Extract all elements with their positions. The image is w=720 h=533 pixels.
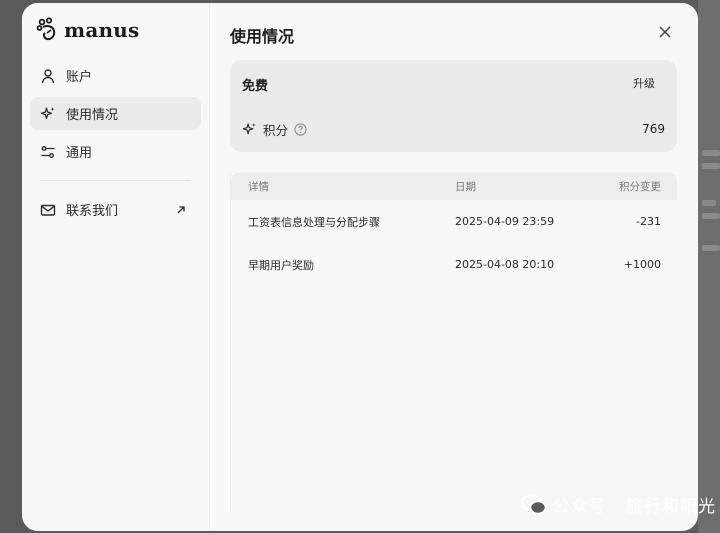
divider: [40, 180, 191, 181]
row-detail: 工资表信息处理与分配步骤: [248, 215, 380, 229]
plan-card: 免费 升级 积分 769: [230, 60, 677, 152]
sidebar-item-label: 使用情况: [66, 108, 119, 123]
brand-name: manus: [64, 18, 140, 42]
table-row: 早期用户奖励 2025-04-08 20:10 +1000: [231, 243, 677, 286]
sidebar-item-general[interactable]: 通用: [30, 135, 201, 168]
user-icon: [41, 68, 55, 83]
sparkle-icon: [40, 106, 55, 119]
sidebar-item-usage[interactable]: 使用情况: [30, 97, 201, 130]
row-change: +1000: [623, 258, 661, 271]
sparkle-icon: [242, 122, 256, 134]
credits-row: 积分 769: [242, 119, 665, 139]
contact-us-label: 联系我们: [66, 204, 119, 219]
settings-modal: manus 账户 使用情况 通用 联系我们 使用情况 免费 升级 积分 769 …: [22, 3, 698, 531]
sidebar-item-label: 通用: [66, 146, 93, 161]
external-link-icon: [177, 205, 185, 213]
column-header-change: 积分变更: [619, 181, 661, 193]
background-page: [698, 0, 720, 533]
column-header-date: 日期: [455, 181, 476, 193]
sidebar-item-account[interactable]: 账户: [30, 59, 201, 92]
sliders-icon: [41, 145, 55, 158]
mail-icon: [40, 204, 56, 216]
credits-label: 积分: [263, 122, 289, 138]
credits-history-table: 详情 日期 积分变更 工资表信息处理与分配步骤 2025-04-09 23:59…: [230, 173, 677, 513]
brand: manus: [30, 15, 201, 45]
watermark-text: 公众号 · 旅行和阳光: [552, 497, 716, 517]
watermark: 公众号 · 旅行和阳光: [520, 492, 716, 517]
credits-value: 769: [642, 122, 665, 136]
row-date: 2025-04-08 20:10: [455, 258, 555, 271]
plan-name: 免费: [242, 79, 269, 94]
sidebar-item-label: 账户: [66, 70, 93, 85]
upgrade-button[interactable]: 升级: [625, 70, 663, 96]
table-header: 详情 日期 积分变更: [231, 173, 677, 200]
row-change: -231: [636, 215, 661, 228]
sidebar: manus 账户 使用情况 通用 联系我们: [22, 3, 210, 531]
table-row: 工资表信息处理与分配步骤 2025-04-09 23:59 -231: [231, 200, 677, 243]
help-circle-icon[interactable]: [294, 122, 307, 136]
close-icon[interactable]: [658, 25, 672, 39]
row-date: 2025-04-09 23:59: [455, 215, 555, 228]
wechat-icon: [520, 494, 547, 514]
row-detail: 早期用户奖励: [248, 258, 314, 272]
page-title: 使用情况: [230, 27, 295, 46]
usage-panel: 使用情况 免费 升级 积分 769 详情 日期 积分变更 工资表信息处理与分配步…: [210, 3, 698, 531]
column-header-detail: 详情: [248, 181, 269, 193]
contact-us-link[interactable]: 联系我们: [30, 193, 201, 226]
manus-logo-icon: [36, 17, 56, 41]
